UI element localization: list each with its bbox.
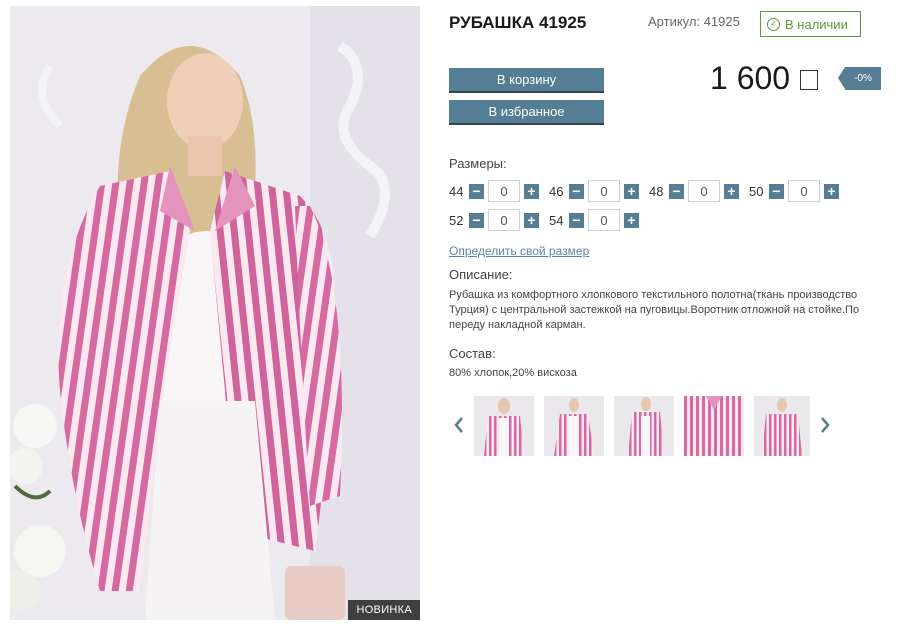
size-selector-54: 54 − 0 + xyxy=(549,209,639,231)
price: 1 600 xyxy=(710,60,819,97)
add-to-favorites-button[interactable]: В избранное xyxy=(449,100,604,123)
size-selector-50: 50 − 0 + xyxy=(749,180,839,202)
product-title: РУБАШКА 41925 xyxy=(449,13,587,32)
thumbnail-4[interactable] xyxy=(684,396,744,456)
minus-button[interactable]: − xyxy=(669,183,684,199)
new-badge: НОВИНКА xyxy=(348,600,420,620)
plus-button[interactable]: + xyxy=(524,183,539,199)
size-row-2: 52 − 0 + 54 − 0 + xyxy=(449,209,649,231)
currency-icon xyxy=(800,70,819,90)
description-text: Рубашка из комфортного хлопкового тексти… xyxy=(449,289,860,331)
plus-button[interactable]: + xyxy=(724,183,739,199)
size-selector-52: 52 − 0 + xyxy=(449,209,539,231)
size-row-1: 44 − 0 + 46 − 0 + 48 − 0 + 50 − 0 + xyxy=(449,180,849,202)
minus-button[interactable]: − xyxy=(569,212,584,228)
add-to-cart-button[interactable]: В корзину xyxy=(449,68,604,91)
size-label: 54 xyxy=(549,212,564,228)
product-page: НОВИНКА РУБАШКА 41925 Артикул: 41925 ✓ В… xyxy=(0,0,913,628)
size-label: 48 xyxy=(649,183,664,199)
plus-button[interactable]: + xyxy=(824,183,839,199)
quantity-input[interactable]: 0 xyxy=(588,180,620,202)
quantity-input[interactable]: 0 xyxy=(688,180,720,202)
quantity-input[interactable]: 0 xyxy=(588,209,620,231)
discount-badge: -0% xyxy=(838,67,881,90)
description-label: Описание: xyxy=(449,267,513,282)
size-selector-48: 48 − 0 + xyxy=(649,180,739,202)
size-label: 52 xyxy=(449,212,464,228)
main-product-image[interactable]: НОВИНКА xyxy=(10,6,420,620)
minus-button[interactable]: − xyxy=(769,183,784,199)
check-circle-icon: ✓ xyxy=(767,17,780,31)
plus-button[interactable]: + xyxy=(624,183,639,199)
thumbnail-5[interactable] xyxy=(754,396,810,456)
minus-button[interactable]: − xyxy=(469,183,484,199)
thumbnail-1[interactable] xyxy=(474,396,534,456)
size-selector-46: 46 − 0 + xyxy=(549,180,639,202)
size-selector-44: 44 − 0 + xyxy=(449,180,539,202)
minus-button[interactable]: − xyxy=(469,212,484,228)
thumbnail-3[interactable] xyxy=(614,396,674,456)
thumbnail-2[interactable] xyxy=(544,396,604,456)
quantity-input[interactable]: 0 xyxy=(488,180,520,202)
plus-button[interactable]: + xyxy=(624,212,639,228)
chevron-right-icon[interactable] xyxy=(818,416,832,434)
plus-button[interactable]: + xyxy=(524,212,539,228)
article-number: Артикул: 41925 xyxy=(648,14,740,29)
size-guide-link[interactable]: Определить свой размер xyxy=(449,244,589,258)
stock-label: В наличии xyxy=(785,16,848,32)
quantity-input[interactable]: 0 xyxy=(488,209,520,231)
chevron-left-icon[interactable] xyxy=(452,416,466,434)
size-label: 44 xyxy=(449,183,464,199)
quantity-input[interactable]: 0 xyxy=(788,180,820,202)
composition-text: 80% хлопок,20% вискоза xyxy=(449,367,577,379)
in-stock-badge: ✓ В наличии xyxy=(760,11,861,37)
size-label: 50 xyxy=(749,183,764,199)
size-label: 46 xyxy=(549,183,564,199)
minus-button[interactable]: − xyxy=(569,183,584,199)
price-value: 1 600 xyxy=(710,60,791,96)
sizes-label: Размеры: xyxy=(449,156,507,171)
composition-label: Состав: xyxy=(449,346,496,361)
